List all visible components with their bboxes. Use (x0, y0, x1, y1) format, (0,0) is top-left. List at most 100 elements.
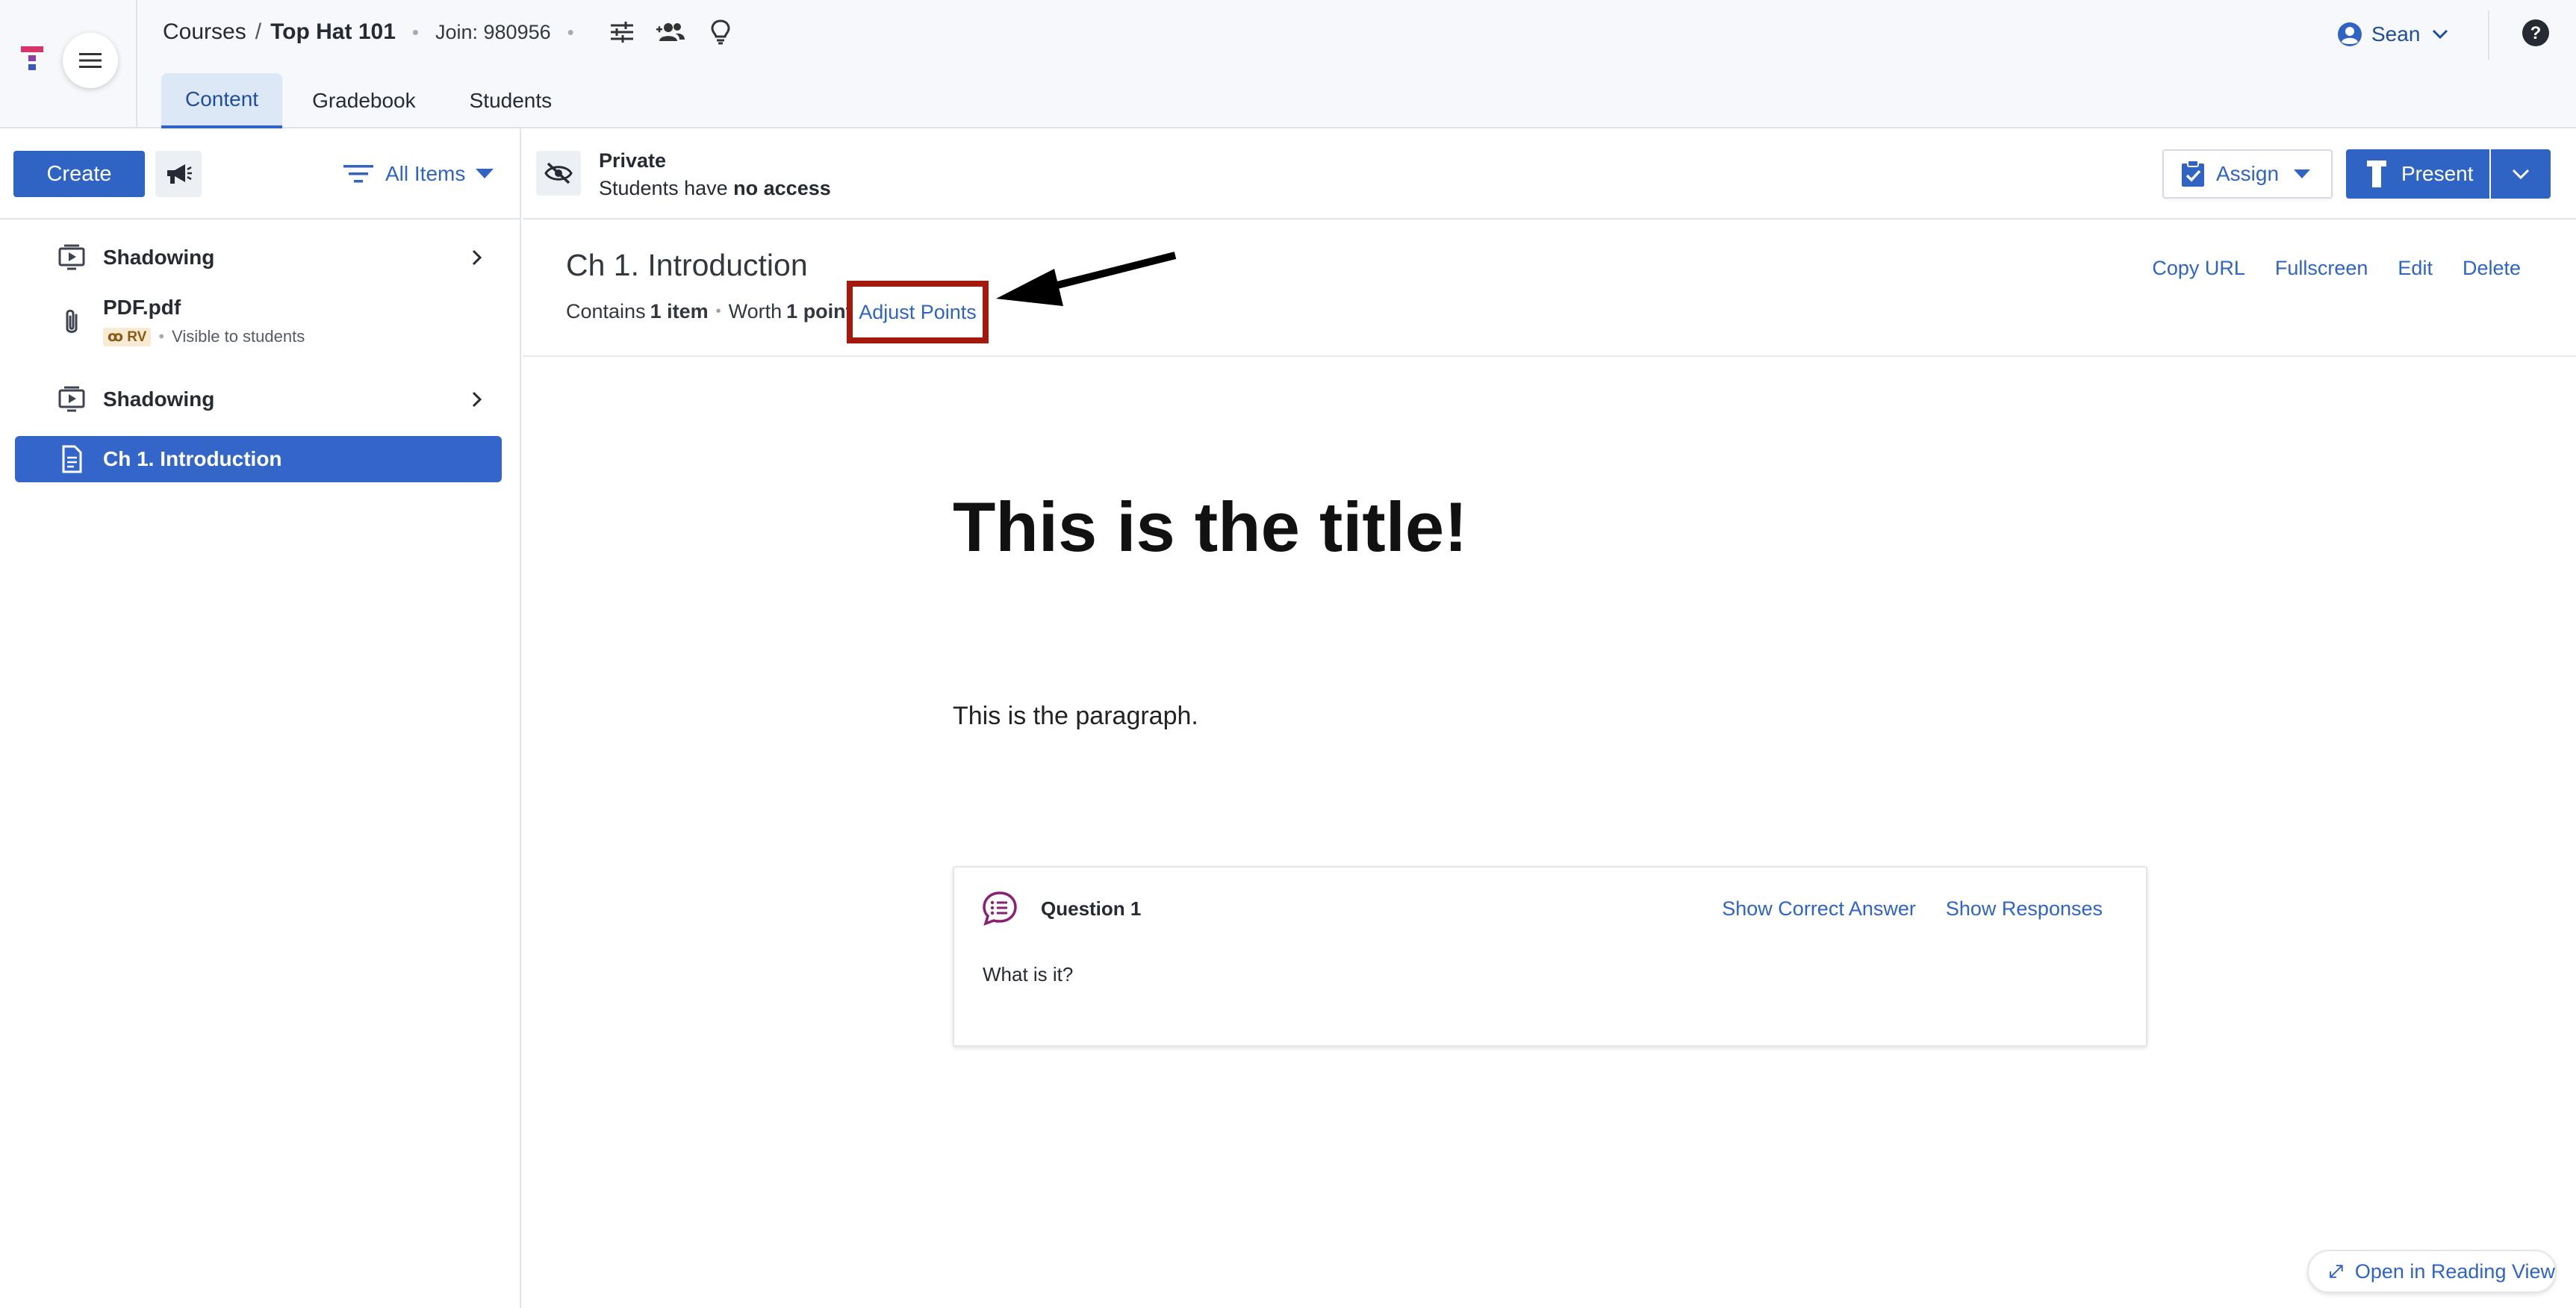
help-icon[interactable]: ? (2519, 16, 2552, 49)
chevron-down-icon (2433, 29, 2448, 40)
visibility-detail: Students have no access (599, 177, 831, 200)
breadcrumb-courses[interactable]: Courses (163, 19, 246, 45)
breadcrumb-current-course[interactable]: Top Hat 101 (270, 19, 396, 45)
rv-badge-label: RV (127, 328, 147, 345)
page-actions: Copy URL Fullscreen Edit Delete (2122, 257, 2521, 280)
document-title: This is the title! (953, 488, 1468, 566)
copy-url-link[interactable]: Copy URL (2152, 257, 2245, 280)
list-item-active[interactable]: Ch 1. Introduction (15, 436, 502, 482)
people-icon[interactable] (653, 14, 689, 50)
breadcrumb-separator: / (255, 19, 262, 44)
content-sidebar: Create All Items Shadowing PDF.pdf ꝏ RV … (0, 128, 521, 1308)
page-meta: Contains 1 item • Worth 1 point (566, 300, 853, 323)
tab-gradebook[interactable]: Gradebook (288, 73, 440, 128)
sidebar-toolbar: Create All Items (0, 128, 520, 219)
page-header: Ch 1. Introduction Contains 1 item • Wor… (523, 219, 2576, 357)
list-item-meta: ꝏ RV • Visible to students (103, 327, 305, 346)
present-button[interactable]: Present (2346, 149, 2489, 199)
adjust-points-link[interactable]: Adjust Points (859, 301, 977, 324)
user-circle-icon (2338, 22, 2362, 46)
delete-link[interactable]: Delete (2463, 257, 2521, 280)
show-correct-answer-link[interactable]: Show Correct Answer (1722, 897, 1916, 921)
list-item-title: PDF.pdf (103, 296, 181, 319)
expand-icon (2330, 1265, 2343, 1278)
question-bubble-icon (981, 890, 1018, 927)
open-reading-view-button[interactable]: Open in Reading View (2307, 1250, 2557, 1293)
top-header: Courses / Top Hat 101 • Join: 980956 • C… (0, 0, 2576, 128)
tab-students[interactable]: Students (446, 73, 576, 128)
visibility-status: Private (599, 149, 667, 172)
list-item[interactable]: Shadowing (15, 234, 502, 281)
visibility-note: Visible to students (172, 327, 305, 346)
question-title: Question 1 (1041, 897, 1142, 920)
fullscreen-link[interactable]: Fullscreen (2275, 257, 2368, 280)
user-name: Sean (2371, 22, 2421, 46)
main-content: Private Students have no access Assign P… (523, 128, 2576, 1308)
present-options-button[interactable] (2491, 149, 2551, 199)
presentation-icon (57, 243, 87, 272)
contains-value: 1 item (650, 300, 709, 323)
separator-dot: • (158, 327, 165, 346)
reading-view-label: Open in Reading View (2354, 1259, 2555, 1283)
document-icon (57, 444, 87, 474)
announcement-button[interactable] (155, 151, 202, 197)
visibility-toggle[interactable] (536, 151, 581, 196)
annotation-arrow (993, 246, 1187, 336)
sliders-icon[interactable] (604, 14, 640, 50)
megaphone-icon (167, 164, 192, 184)
question-card: Question 1 Show Correct Answer Show Resp… (953, 866, 2147, 1047)
filter-label: All Items (385, 162, 466, 185)
assign-label: Assign (2216, 162, 2280, 185)
visibility-info: Private Students have no access (599, 149, 831, 200)
svg-text:?: ? (2530, 23, 2542, 43)
chevron-right-icon (466, 389, 487, 410)
list-item-title: Shadowing (103, 387, 215, 411)
list-item[interactable]: Shadowing (15, 376, 502, 423)
course-tabs: Content Gradebook Students (161, 72, 582, 128)
paperclip-icon (57, 308, 87, 337)
list-item-title: Shadowing (103, 246, 215, 269)
document-paragraph: This is the paragraph. (953, 702, 1198, 730)
list-item[interactable]: PDF.pdf ꝏ RV • Visible to students (15, 290, 502, 355)
filter-icon (343, 165, 373, 183)
contains-prefix: Contains (566, 300, 646, 323)
lightbulb-icon[interactable] (703, 14, 738, 50)
header-divider (2488, 10, 2489, 60)
user-menu[interactable]: Sean (2337, 16, 2448, 52)
present-label: Present (2401, 162, 2474, 185)
glasses-icon: ꝏ (108, 328, 124, 345)
tophat-icon (2367, 161, 2386, 187)
worth-prefix: Worth (728, 300, 783, 323)
tophat-logo-icon[interactable] (19, 45, 49, 78)
caret-down-icon (2294, 169, 2311, 178)
worth-value: 1 point (786, 300, 853, 323)
filter-dropdown[interactable]: All Items (343, 152, 494, 196)
hamburger-menu-icon (79, 53, 102, 68)
logo-column (0, 0, 137, 128)
eye-off-icon (544, 162, 573, 184)
chevron-right-icon (466, 247, 487, 268)
create-button[interactable]: Create (13, 151, 145, 197)
assign-button[interactable]: Assign (2162, 149, 2333, 199)
visibility-detail-prefix: Students have (599, 177, 728, 199)
breadcrumb: Courses / Top Hat 101 • Join: 980956 • (163, 13, 738, 51)
list-item-title: Ch 1. Introduction (103, 447, 282, 470)
main-toolbar: Private Students have no access Assign P… (523, 128, 2576, 219)
visibility-detail-bold: no access (733, 177, 831, 199)
tab-content[interactable]: Content (161, 73, 283, 128)
show-responses-link[interactable]: Show Responses (1946, 897, 2103, 921)
presentation-icon (57, 384, 87, 414)
highlight-box: Adjust Points (847, 281, 989, 343)
hamburger-menu-button[interactable] (63, 33, 118, 88)
page-title: Ch 1. Introduction (566, 248, 808, 282)
clipboard-check-icon (2182, 160, 2204, 187)
question-text: What is it? (983, 963, 1074, 985)
edit-link[interactable]: Edit (2398, 257, 2433, 280)
separator-dot: • (567, 20, 574, 43)
question-actions: Show Correct Answer Show Responses (1692, 897, 2103, 921)
caret-down-icon (476, 169, 494, 178)
separator-dot: • (715, 303, 721, 320)
join-code: Join: 980956 (435, 20, 551, 43)
chevron-down-icon (2512, 169, 2530, 179)
rv-badge: ꝏ RV (103, 327, 152, 346)
